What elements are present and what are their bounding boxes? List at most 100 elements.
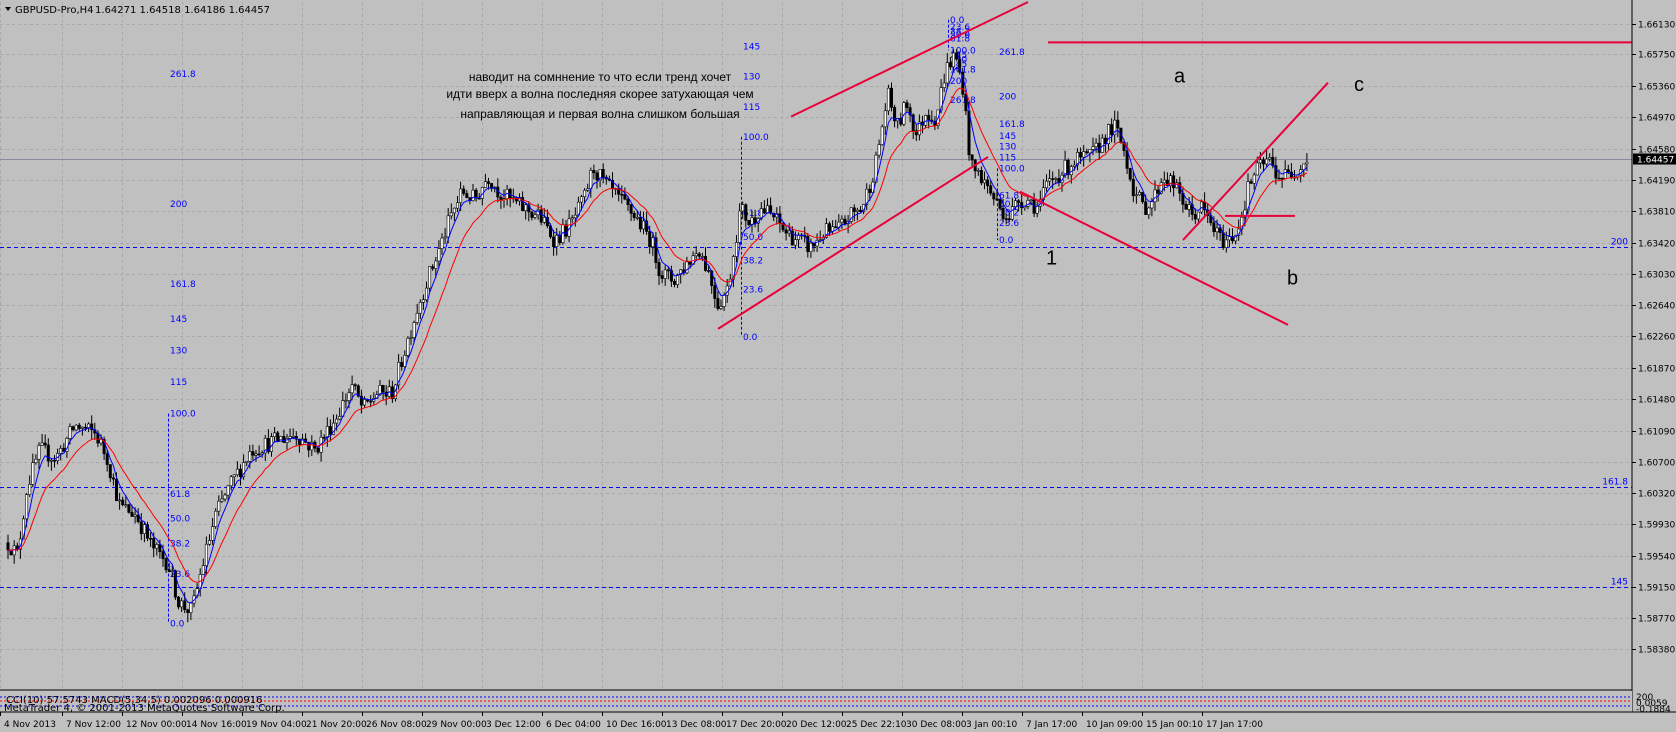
candle-body <box>589 170 593 190</box>
candle-body <box>381 385 385 393</box>
price-tick-label: 1.66130 <box>1638 21 1675 31</box>
candle-body <box>124 504 128 506</box>
candle-body <box>130 512 134 517</box>
candle-body <box>403 355 407 367</box>
candle-body <box>52 459 56 462</box>
candle-body <box>217 500 221 512</box>
candle-body <box>657 262 661 276</box>
candle-body <box>586 188 590 191</box>
candle-body <box>1224 239 1228 248</box>
candle-body <box>672 280 676 285</box>
fib-level-label: 0.0 <box>999 236 1014 246</box>
candle-body <box>1110 124 1114 135</box>
time-tick-label: 14 Nov 16:00 <box>186 720 247 730</box>
candle-body <box>707 270 711 272</box>
price-tick-label: 1.60320 <box>1638 490 1675 500</box>
candle-body <box>762 208 766 214</box>
candle-body <box>927 114 931 121</box>
candle-body <box>1153 189 1157 203</box>
fib-level-label: 145 <box>743 43 760 53</box>
fib-level-label: 200 <box>999 92 1016 102</box>
symbol-info: GBPUSD-Pro,H4 1.64271 1.64518 1.64186 1.… <box>5 5 270 16</box>
candle-body <box>877 144 881 156</box>
candle-body <box>486 181 490 184</box>
time-tick-label: 3 Jan 00:10 <box>966 720 1018 730</box>
candle-body <box>1255 162 1259 176</box>
fib-level-label: 100.0 <box>170 410 196 420</box>
current-price-tag: 1.64457 <box>1633 153 1676 166</box>
candle-body <box>688 261 692 265</box>
time-tick-label: 25 Dec 22:10 <box>846 720 907 730</box>
candle-body <box>666 269 670 272</box>
candle-body <box>118 499 122 502</box>
fib-level-label: 100.0 <box>743 133 769 143</box>
candle-body <box>570 217 574 220</box>
candle-body <box>353 384 357 387</box>
chart-window[interactable]: 200 161.8 145 0.0 23.6 38.2 50.0 61.8 100.0 115 1… <box>0 0 1676 732</box>
candle-body <box>623 194 627 200</box>
candle-body <box>127 504 131 513</box>
candle-body <box>533 214 537 218</box>
candle-body <box>183 600 187 611</box>
candle-body <box>325 426 329 438</box>
fib-level-label: 38.2 <box>743 256 763 266</box>
candle-body <box>1280 177 1284 180</box>
candle-body <box>105 453 109 465</box>
fib-level-label: 23.6 <box>743 286 763 296</box>
candle-body <box>809 242 813 252</box>
candle-body <box>245 460 249 463</box>
candle-body <box>1100 137 1104 153</box>
candle-body <box>663 269 667 279</box>
candle-body <box>412 322 416 338</box>
candle-body <box>753 217 757 224</box>
fib-level-label: 115 <box>743 103 760 113</box>
time-tick-label: 12 Nov 00:00 <box>126 720 187 730</box>
candle-body <box>1063 159 1067 176</box>
candle-body <box>459 188 463 204</box>
ohlc-readout: 1.64271 1.64518 1.64186 1.64457 <box>95 5 270 16</box>
time-tick-label: 20 Dec 12:00 <box>786 720 847 730</box>
candle-body <box>155 544 159 549</box>
candle-body <box>942 82 946 88</box>
candle-body <box>738 210 742 243</box>
candle-body <box>443 236 447 239</box>
candle-body <box>982 179 986 184</box>
price-tick-label: 1.61480 <box>1638 396 1675 406</box>
current-price-label: 1.64457 <box>1637 156 1674 166</box>
candle-body <box>539 209 543 223</box>
candle-body <box>142 524 146 534</box>
time-tick-label: 15 Jan 00:10 <box>1146 720 1203 730</box>
candle-body <box>71 426 75 431</box>
candle-body <box>211 526 215 541</box>
fib-level-label: 50.0 <box>743 233 763 243</box>
candle-body <box>765 205 769 214</box>
candle-body <box>1007 218 1011 221</box>
candle-body <box>1010 206 1014 220</box>
candle-body <box>214 510 218 527</box>
candle-body <box>883 110 887 128</box>
candle-body <box>592 170 596 174</box>
candle-body <box>1131 178 1135 197</box>
candle-body <box>483 181 487 188</box>
candle-body <box>601 169 605 178</box>
time-tick-label: 3 Dec 12:00 <box>486 720 541 730</box>
wave-label: b <box>1287 267 1298 289</box>
candle-body <box>1200 201 1204 213</box>
candle-body <box>37 445 41 460</box>
wave-label: c <box>1354 74 1364 96</box>
candle-body <box>1094 142 1098 147</box>
candle-body <box>989 185 993 194</box>
candle-body <box>418 302 422 314</box>
candle-body <box>722 294 726 307</box>
candle-body <box>713 285 717 299</box>
annotation-comment: наводит на сомннение то что если тренд х… <box>446 70 753 121</box>
candle-body <box>208 540 212 545</box>
candle-body <box>167 569 171 572</box>
price-chart[interactable]: 200161.8145 0.023.638.250.061.8100.01151… <box>0 0 1676 732</box>
candle-body <box>697 253 701 257</box>
candle-body <box>440 237 444 249</box>
candle-body <box>350 384 354 394</box>
candle-body <box>1277 177 1281 180</box>
candle-body <box>1004 218 1008 220</box>
candle-body <box>579 196 583 203</box>
